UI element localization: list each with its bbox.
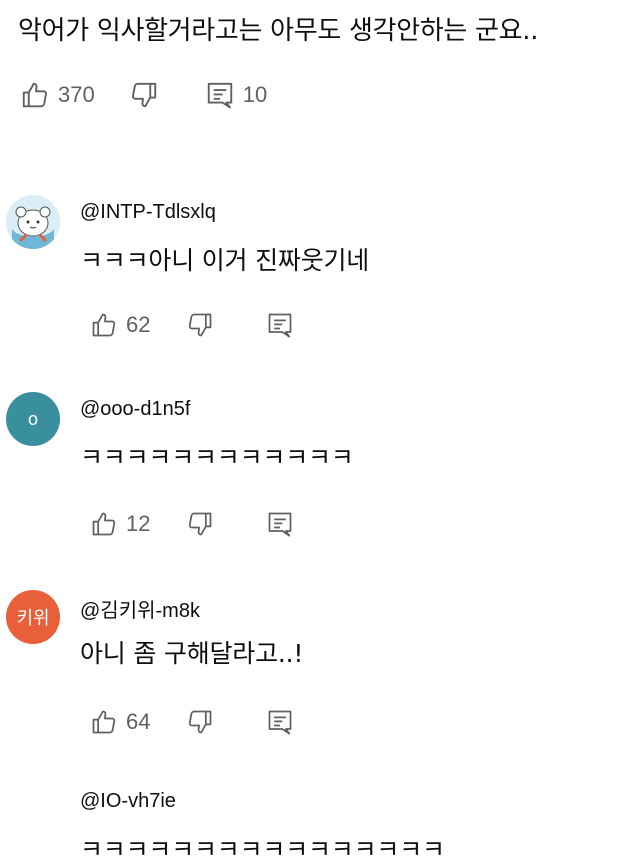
like-count: 62 <box>126 312 151 337</box>
comment-author[interactable]: @INTP-Tdlsxlq <box>80 201 216 224</box>
comment-author[interactable]: @ooo-d1n5f <box>80 398 190 421</box>
post-action-bar: 370 10 <box>20 80 267 110</box>
reply-count: 10 <box>242 82 268 107</box>
thumbs-down-icon <box>131 82 156 108</box>
thumbs-up-icon <box>92 710 116 734</box>
like-button[interactable]: 12 <box>90 510 150 538</box>
reply-button[interactable] <box>266 708 294 736</box>
like-count: 12 <box>126 511 151 536</box>
like-button[interactable]: 62 <box>90 311 150 339</box>
comment-icon <box>207 82 232 109</box>
post-text: 악어가 익사할거라고는 아무도 생각안하는 군요.. <box>18 16 539 46</box>
thumbs-down-icon <box>189 512 212 536</box>
dislike-button[interactable] <box>186 311 214 339</box>
like-count: 64 <box>126 709 151 734</box>
comment-action-bar: 12 <box>90 510 294 538</box>
thumbs-up-icon <box>92 512 116 536</box>
reply-button[interactable]: 10 <box>205 80 267 110</box>
comment-action-bar: 62 <box>90 311 294 339</box>
avatar[interactable]: o <box>6 392 60 446</box>
reply-button[interactable] <box>266 311 294 339</box>
comment-text: ㅋㅋㅋㅋㅋㅋㅋㅋㅋㅋㅋㅋㅋㅋㅋㅋ <box>80 835 445 864</box>
like-count: 370 <box>58 82 95 107</box>
comment-icon <box>269 512 292 537</box>
thumbs-down-icon <box>189 313 212 337</box>
reply-button[interactable] <box>266 510 294 538</box>
comment-text: ㅋㅋㅋㅋㅋㅋㅋㅋㅋㅋㅋㅋ <box>80 443 354 472</box>
thumbs-up-icon <box>22 82 47 108</box>
dislike-button[interactable] <box>129 80 159 110</box>
comment-icon <box>269 313 292 338</box>
comment-author[interactable]: @IO-vh7ie <box>80 790 176 813</box>
avatar[interactable] <box>6 195 60 249</box>
thumbs-up-icon <box>92 313 116 337</box>
avatar-letter: o <box>27 408 38 429</box>
thumbs-down-icon <box>189 710 212 734</box>
comment-author[interactable]: @김키위-m8k <box>80 594 200 623</box>
comment-text: 아니 좀 구해달라고..! <box>80 639 304 668</box>
comment-action-bar: 64 <box>90 708 294 736</box>
avatar[interactable]: 키위 <box>6 590 60 644</box>
dislike-button[interactable] <box>186 510 214 538</box>
comment-icon <box>269 710 292 735</box>
comment-text: ㅋㅋㅋ아니 이거 진짜웃기네 <box>80 246 370 275</box>
like-button[interactable]: 64 <box>90 708 150 736</box>
mascot-icon <box>6 195 60 249</box>
dislike-button[interactable] <box>186 708 214 736</box>
avatar-letter: 키위 <box>16 608 50 628</box>
like-button[interactable]: 370 <box>20 80 95 110</box>
